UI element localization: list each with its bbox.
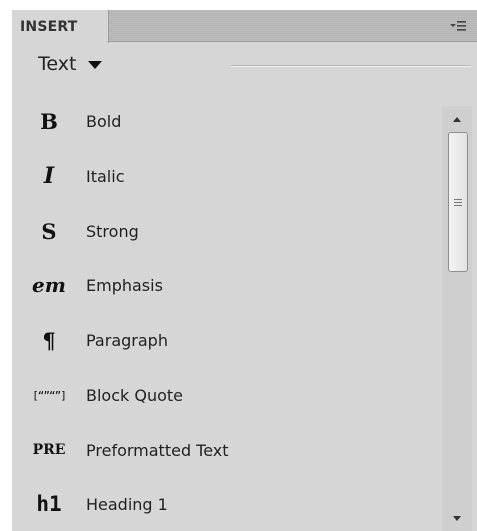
list-item-label: Block Quote bbox=[86, 385, 183, 405]
list-item-label: Emphasis bbox=[86, 275, 163, 295]
list-item-strong[interactable]: S Strong bbox=[12, 204, 442, 258]
list-item-label: Heading 1 bbox=[86, 494, 168, 514]
category-row: Text bbox=[12, 43, 477, 83]
category-label: Text bbox=[38, 53, 77, 75]
list-item-label: Strong bbox=[86, 221, 139, 241]
list-item-italic[interactable]: I Italic bbox=[12, 149, 442, 203]
strong-icon: S bbox=[41, 218, 57, 244]
list-item-paragraph[interactable]: ¶ Paragraph bbox=[12, 313, 442, 367]
insert-item-list: B Bold I Italic S Strong em Emphasis ¶ P… bbox=[12, 94, 442, 531]
scroll-up-button[interactable] bbox=[442, 106, 472, 132]
list-item-heading-1[interactable]: h1 Heading 1 bbox=[12, 477, 442, 531]
list-item-preformatted[interactable]: PRE Preformatted Text bbox=[12, 423, 442, 477]
tab-insert[interactable]: INSERT bbox=[12, 10, 109, 43]
list-item-label: Bold bbox=[86, 111, 122, 131]
list-item-label: Preformatted Text bbox=[86, 440, 229, 460]
list-item-block-quote[interactable]: [“”“”] Block Quote bbox=[12, 368, 442, 422]
heading1-icon: h1 bbox=[36, 492, 62, 516]
scrollbar-thumb[interactable] bbox=[448, 132, 468, 272]
chevron-down-icon bbox=[88, 61, 103, 69]
emphasis-icon: em bbox=[32, 273, 66, 297]
scroll-down-button[interactable] bbox=[442, 505, 472, 531]
list-item-label: Paragraph bbox=[86, 330, 168, 350]
list-item-bold[interactable]: B Bold bbox=[12, 94, 442, 148]
vertical-scrollbar[interactable] bbox=[442, 106, 472, 531]
grip-icon bbox=[454, 198, 462, 206]
italic-icon: I bbox=[43, 163, 55, 189]
category-dropdown[interactable]: Text bbox=[38, 51, 103, 77]
insert-panel: INSERT Text B Bold I Italic S Strong em … bbox=[12, 10, 477, 531]
divider bbox=[231, 65, 471, 67]
panel-options-icon bbox=[449, 20, 467, 32]
bold-icon: B bbox=[40, 108, 58, 134]
scroll-down-icon bbox=[453, 515, 461, 521]
panel-options-button[interactable] bbox=[447, 18, 469, 34]
preformatted-icon: PRE bbox=[32, 442, 66, 458]
scroll-up-icon bbox=[453, 116, 461, 122]
panel-tab-bar: INSERT bbox=[12, 10, 477, 43]
blockquote-icon: [“”“”] bbox=[32, 388, 67, 402]
list-item-label: Italic bbox=[86, 166, 125, 186]
list-item-emphasis[interactable]: em Emphasis bbox=[12, 258, 442, 312]
paragraph-icon: ¶ bbox=[42, 327, 56, 353]
